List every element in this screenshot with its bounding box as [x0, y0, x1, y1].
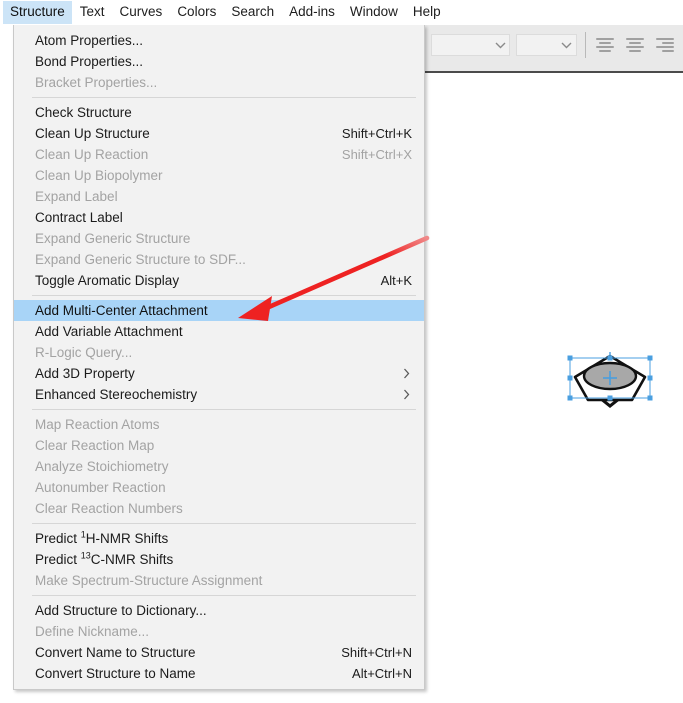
menu-item-label: Predict 1H-NMR Shifts — [35, 530, 169, 546]
menu-item-predict-h-nmr-shifts[interactable]: Predict 1H-NMR Shifts — [14, 528, 424, 549]
menu-item-clean-up-structure[interactable]: Clean Up Structure Shift+Ctrl+K — [14, 123, 424, 144]
structure-dropdown-menu: Atom Properties... Bond Properties... Brac… — [13, 25, 425, 690]
menu-item-label: Expand Label — [35, 189, 118, 204]
menu-item-add-3d-property[interactable]: Add 3D Property — [14, 363, 424, 384]
menu-item-label: Clean Up Biopolymer — [35, 168, 163, 183]
menu-item-convert-name-to-structure[interactable]: Convert Name to Structure Shift+Ctrl+N — [14, 642, 424, 663]
menu-item-convert-structure-to-name[interactable]: Convert Structure to Name Alt+Ctrl+N — [14, 663, 424, 684]
formatting-toolbar — [425, 25, 683, 73]
menu-item-r-logic-query: R-Logic Query... — [14, 342, 424, 363]
menubar-item-help[interactable]: Help — [406, 1, 448, 24]
menu-item-label: Expand Generic Structure — [35, 231, 191, 246]
menu-item-shortcut: Shift+Ctrl+X — [341, 147, 412, 162]
menu-item-clean-up-biopolymer: Clean Up Biopolymer — [14, 165, 424, 186]
menu-item-label: Bracket Properties... — [35, 75, 158, 90]
menu-separator — [32, 409, 416, 410]
menu-item-make-spectrum-structure-assignment: Make Spectrum-Structure Assignment — [14, 570, 424, 591]
chevron-right-icon — [403, 368, 414, 379]
menu-separator — [32, 595, 416, 596]
menu-item-clean-up-reaction: Clean Up Reaction Shift+Ctrl+X — [14, 144, 424, 165]
menubar-item-colors[interactable]: Colors — [170, 1, 223, 24]
menu-item-shortcut: Alt+K — [380, 273, 412, 288]
menu-item-label: Contract Label — [35, 210, 123, 225]
toolbar-separator — [584, 32, 586, 58]
menubar-item-add-ins[interactable]: Add-ins — [282, 1, 342, 24]
menu-item-expand-generic-structure-to-sdf: Expand Generic Structure to SDF... — [14, 249, 424, 270]
menu-item-define-nickname: Define Nickname... — [14, 621, 424, 642]
menu-item-predict-c-nmr-shifts[interactable]: Predict 13C-NMR Shifts — [14, 549, 424, 570]
menu-item-label: Clean Up Reaction — [35, 147, 149, 162]
menu-item-contract-label[interactable]: Contract Label — [14, 207, 424, 228]
menu-item-expand-generic-structure: Expand Generic Structure — [14, 228, 424, 249]
menu-item-analyze-stoichiometry: Analyze Stoichiometry — [14, 456, 424, 477]
menu-item-label: Add Variable Attachment — [35, 324, 183, 339]
chemical-structure-object[interactable] — [566, 352, 654, 410]
menu-item-label-prefix: Predict — [35, 552, 81, 567]
menu-item-label: Atom Properties... — [35, 33, 144, 48]
menu-item-label: Bond Properties... — [35, 54, 144, 69]
font-size-combobox[interactable] — [516, 34, 577, 56]
menubar-item-curves[interactable]: Curves — [113, 1, 170, 24]
menu-item-bracket-properties: Bracket Properties... — [14, 72, 424, 93]
menu-item-label: Check Structure — [35, 105, 132, 120]
menu-item-bond-properties[interactable]: Bond Properties... — [14, 51, 424, 72]
menu-item-clear-reaction-map: Clear Reaction Map — [14, 435, 424, 456]
menu-item-expand-label: Expand Label — [14, 186, 424, 207]
chevron-down-icon — [491, 35, 509, 55]
menu-item-toggle-aromatic-display[interactable]: Toggle Aromatic Display Alt+K — [14, 270, 424, 291]
menu-item-label: Clean Up Structure — [35, 126, 150, 141]
menubar-item-search[interactable]: Search — [224, 1, 281, 24]
menu-item-label-prefix: Predict — [35, 531, 81, 546]
menu-item-shortcut: Shift+Ctrl+N — [341, 645, 412, 660]
menu-item-label: R-Logic Query... — [35, 345, 133, 360]
menu-separator — [32, 523, 416, 524]
menu-item-label: Map Reaction Atoms — [35, 417, 160, 432]
menu-item-label: Predict 13C-NMR Shifts — [35, 550, 174, 567]
menu-item-add-multi-center-attachment[interactable]: Add Multi-Center Attachment — [14, 300, 424, 321]
menu-item-map-reaction-atoms: Map Reaction Atoms — [14, 414, 424, 435]
menu-separator — [32, 295, 416, 296]
isotope-superscript: 13 — [80, 550, 91, 561]
menu-item-label: Toggle Aromatic Display — [35, 273, 180, 288]
menu-item-label-suffix: C-NMR Shifts — [90, 552, 174, 567]
menu-item-label: Make Spectrum-Structure Assignment — [35, 573, 263, 588]
menu-item-shortcut: Alt+Ctrl+N — [352, 666, 412, 681]
menu-item-label: Define Nickname... — [35, 624, 150, 639]
menubar-item-structure[interactable]: Structure — [3, 1, 72, 24]
menu-bar: Structure Text Curves Colors Search Add-ins Wi… — [0, 0, 683, 25]
menu-item-label: Add Structure to Dictionary... — [35, 603, 207, 618]
menu-item-atom-properties[interactable]: Atom Properties... — [14, 30, 424, 51]
menu-item-autonumber-reaction: Autonumber Reaction — [14, 477, 424, 498]
align-center-button[interactable] — [623, 32, 647, 58]
menu-item-label: Clear Reaction Numbers — [35, 501, 183, 516]
menu-item-label: Expand Generic Structure to SDF... — [35, 252, 246, 267]
menu-item-label-suffix: H-NMR Shifts — [85, 531, 169, 546]
menu-item-add-structure-to-dictionary[interactable]: Add Structure to Dictionary... — [14, 600, 424, 621]
menu-item-label: Clear Reaction Map — [35, 438, 155, 453]
align-right-button[interactable] — [653, 32, 677, 58]
menu-item-label: Convert Name to Structure — [35, 645, 196, 660]
menu-item-label: Enhanced Stereochemistry — [35, 387, 198, 402]
chevron-right-icon — [403, 389, 414, 400]
menubar-item-text[interactable]: Text — [73, 1, 112, 24]
align-left-button[interactable] — [593, 32, 617, 58]
menu-item-shortcut: Shift+Ctrl+K — [341, 126, 412, 141]
menu-item-enhanced-stereochemistry[interactable]: Enhanced Stereochemistry — [14, 384, 424, 405]
chevron-down-icon — [558, 35, 576, 55]
menu-item-check-structure[interactable]: Check Structure — [14, 102, 424, 123]
font-family-combobox[interactable] — [431, 34, 511, 56]
menu-item-clear-reaction-numbers: Clear Reaction Numbers — [14, 498, 424, 519]
menubar-item-window[interactable]: Window — [343, 1, 405, 24]
menu-item-label: Autonumber Reaction — [35, 480, 166, 495]
menu-item-label: Analyze Stoichiometry — [35, 459, 169, 474]
menu-item-label: Convert Structure to Name — [35, 666, 196, 681]
menu-item-label: Add Multi-Center Attachment — [35, 303, 208, 318]
menu-item-label: Add 3D Property — [35, 366, 135, 381]
menu-item-add-variable-attachment[interactable]: Add Variable Attachment — [14, 321, 424, 342]
menu-separator — [32, 97, 416, 98]
